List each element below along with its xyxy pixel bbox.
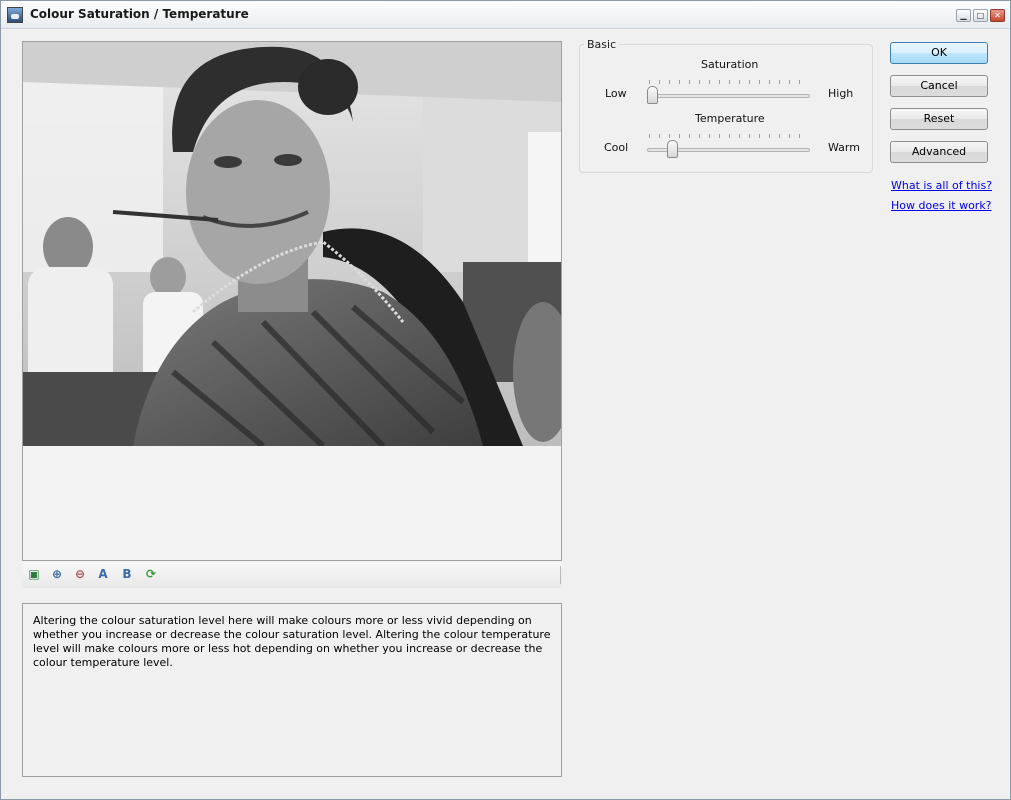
- zoom-out-icon[interactable]: ⊖: [71, 565, 89, 583]
- reset-button[interactable]: Reset: [890, 108, 988, 130]
- saturation-slider-thumb[interactable]: [647, 86, 659, 104]
- app-icon: [7, 7, 23, 23]
- ok-button[interactable]: OK: [890, 42, 988, 64]
- temperature-label: Temperature: [695, 112, 765, 125]
- minimize-button[interactable]: ▁: [956, 9, 971, 22]
- dialog-window: Colour Saturation / Temperature ▁ □ ✕ ▣ …: [0, 0, 1011, 800]
- fit-icon[interactable]: ▣: [25, 565, 43, 583]
- close-button[interactable]: ✕: [990, 9, 1005, 22]
- preview-photo: [23, 42, 561, 446]
- title-bar[interactable]: Colour Saturation / Temperature ▁ □ ✕: [1, 1, 1010, 29]
- compare-b-icon[interactable]: B: [118, 565, 136, 583]
- saturation-low-label: Low: [605, 87, 627, 100]
- temperature-cool-label: Cool: [604, 141, 629, 154]
- saturation-label: Saturation: [701, 58, 759, 71]
- preview-toolbar: ▣ ⊕ ⊖ A B ⟳: [22, 562, 562, 588]
- refresh-icon[interactable]: ⟳: [142, 565, 160, 583]
- saturation-slider-track[interactable]: [647, 94, 810, 98]
- image-preview-panel: [22, 41, 562, 561]
- saturation-high-label: High: [828, 87, 854, 100]
- temperature-ticks: [649, 134, 809, 138]
- basic-group-label: Basic: [584, 38, 620, 51]
- temperature-slider-thumb[interactable]: [667, 140, 679, 158]
- advanced-button[interactable]: Advanced: [890, 141, 988, 163]
- saturation-ticks: [649, 80, 809, 84]
- temperature-warm-label: Warm: [828, 141, 860, 154]
- maximize-button[interactable]: □: [973, 9, 988, 22]
- zoom-in-icon[interactable]: ⊕: [48, 565, 66, 583]
- toolbar-separator: [560, 566, 561, 584]
- description-text: Altering the colour saturation level her…: [22, 603, 562, 777]
- what-is-this-link[interactable]: What is all of this?: [891, 179, 992, 192]
- how-does-it-work-link[interactable]: How does it work?: [891, 199, 992, 212]
- cancel-button[interactable]: Cancel: [890, 75, 988, 97]
- compare-a-icon[interactable]: A: [94, 565, 112, 583]
- window-title: Colour Saturation / Temperature: [30, 7, 249, 21]
